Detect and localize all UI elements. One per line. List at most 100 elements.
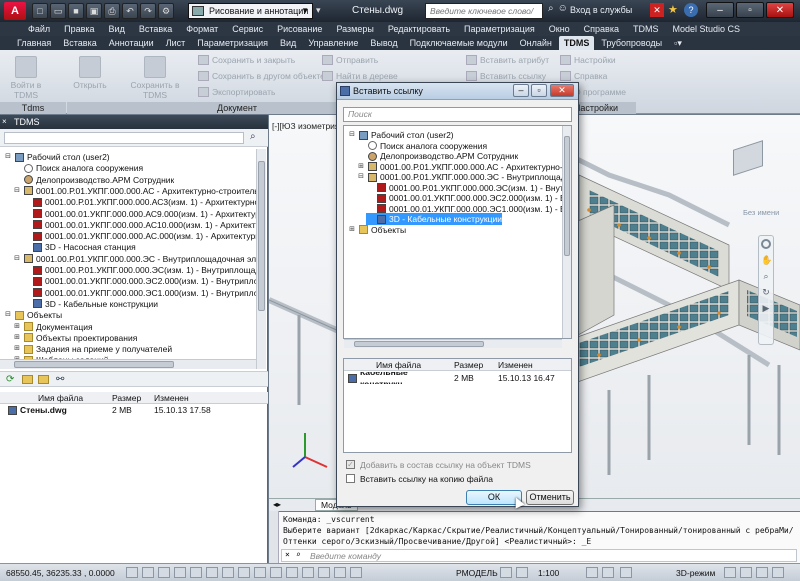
- tree-item[interactable]: ⊞ Объекты проектирования: [13, 332, 137, 344]
- ribbon-tab[interactable]: Аннотации: [104, 36, 159, 50]
- exchange-icon[interactable]: ✕: [650, 3, 664, 17]
- menu-item[interactable]: Справка: [584, 24, 619, 34]
- settings-button[interactable]: Настройки: [560, 55, 616, 65]
- tree-item[interactable]: Поиск аналога сооружения: [13, 162, 143, 174]
- hardware-accel-icon[interactable]: [740, 567, 752, 578]
- find-in-tree-button[interactable]: Найти в дереве: [322, 71, 398, 81]
- tree-item[interactable]: 0001.00.01.УКПГ.000.000.ЭС1.000(изм. 1) …: [22, 287, 265, 299]
- close-icon[interactable]: ×: [285, 550, 290, 559]
- grid-icon[interactable]: [158, 567, 170, 578]
- polar-icon[interactable]: [190, 567, 202, 578]
- tree-item[interactable]: 3D - Насосная станция: [22, 241, 136, 253]
- save-icon[interactable]: ■: [68, 3, 84, 19]
- tree-item[interactable]: ⊞ Объекты: [348, 224, 406, 236]
- annotation-visibility-icon[interactable]: [586, 567, 598, 578]
- print-icon[interactable]: ⎙: [104, 3, 120, 19]
- app-logo-icon[interactable]: A: [4, 2, 26, 20]
- tree-horizontal-scrollbar[interactable]: [0, 359, 256, 369]
- undo-icon[interactable]: ↶: [122, 3, 138, 19]
- minimize-button[interactable]: –: [706, 2, 734, 18]
- ribbon-tab[interactable]: Трубопроводы: [596, 36, 667, 50]
- steering-wheel-icon[interactable]: [761, 239, 771, 249]
- expand-toggle-icon[interactable]: ⊟: [4, 309, 12, 321]
- command-grip[interactable]: [269, 511, 279, 563]
- sc-icon[interactable]: [334, 567, 346, 578]
- isolate-icon[interactable]: [756, 567, 768, 578]
- ribbon-tab[interactable]: Главная: [12, 36, 56, 50]
- col-size[interactable]: Размер: [112, 392, 148, 403]
- send-button[interactable]: Отправить: [322, 55, 378, 65]
- annotation-scale[interactable]: 1:100: [538, 568, 559, 578]
- menu-item[interactable]: Файл: [28, 24, 50, 34]
- ribbon-tab[interactable]: Управление: [303, 36, 363, 50]
- binoculars-icon[interactable]: ⌕: [548, 3, 554, 14]
- menu-item[interactable]: Model Studio CS: [672, 24, 740, 34]
- expand-toggle-icon[interactable]: ⊟: [4, 151, 12, 163]
- ribbon-tab[interactable]: Лист: [161, 36, 191, 50]
- tree-item[interactable]: 0001.00.01.УКПГ.000.000.АС9.000(изм. 1) …: [22, 208, 260, 220]
- tree-hscroll-thumb[interactable]: [14, 361, 174, 368]
- dyn-icon[interactable]: [270, 567, 282, 578]
- dialog-tree-vscroll[interactable]: [562, 126, 571, 338]
- tree-item[interactable]: ⊟ 0001.00.Р.01.УКПГ.000.000.АС - Архитект…: [13, 185, 263, 197]
- dialog-tree-scroll-thumb[interactable]: [564, 136, 570, 256]
- tree-item[interactable]: 0001.00.01.УКПГ.000.000.ЭС2.000(изм. 1) …: [22, 275, 265, 287]
- expand-toggle-icon[interactable]: ⊟: [357, 171, 365, 183]
- menu-item[interactable]: Правка: [64, 24, 94, 34]
- dlg-col-modified[interactable]: Изменен: [494, 359, 564, 370]
- save-as-icon[interactable]: ▣: [86, 3, 102, 19]
- dlg-col-size[interactable]: Размер: [450, 359, 494, 370]
- autoscale-icon[interactable]: [602, 567, 614, 578]
- clean-screen-icon[interactable]: [772, 567, 784, 578]
- pan-icon[interactable]: ✋: [761, 255, 772, 265]
- dialog-minimize-button[interactable]: –: [513, 84, 529, 97]
- tree-item[interactable]: 0001.00.01.УКПГ.000.000.АС10.000(изм. 1)…: [22, 219, 260, 231]
- expand-toggle-icon[interactable]: ⊞: [13, 321, 21, 333]
- dlg-col-filename[interactable]: Имя файла: [344, 359, 450, 370]
- table-row[interactable]: Стены.dwg 2 MB 15.10.13 17.58: [0, 404, 268, 416]
- workspace-gear-icon[interactable]: ⚙: [158, 3, 174, 19]
- menu-item[interactable]: Сервис: [232, 24, 263, 34]
- folder-up-icon[interactable]: [38, 375, 49, 384]
- help-icon[interactable]: ?: [684, 3, 698, 17]
- close-button[interactable]: ✕: [766, 2, 794, 18]
- help-button[interactable]: Справка: [560, 71, 607, 81]
- workspace-select[interactable]: Рисование и аннотации ▼: [188, 3, 313, 19]
- ribbon-tab[interactable]: Вставка: [58, 36, 101, 50]
- qp-icon[interactable]: [318, 567, 330, 578]
- open-button[interactable]: Открыть: [70, 56, 110, 90]
- otrack-icon[interactable]: [238, 567, 250, 578]
- tree-item[interactable]: 0001.00.Р.01.УКПГ.000.000.ЭС(изм. 1) - В…: [22, 264, 265, 276]
- add-link-checkbox[interactable]: ✓: [346, 460, 355, 469]
- dialog-tree-hscroll[interactable]: [344, 339, 562, 348]
- tree-item[interactable]: ⊟ 0001.00.Р.01.УКПГ.000.000.ЭС - Внутрипл…: [13, 253, 265, 265]
- dialog-close-button[interactable]: ✕: [550, 84, 574, 97]
- viewport-label[interactable]: [-][ЮЗ изометрия]: [272, 121, 342, 131]
- ortho-icon[interactable]: [174, 567, 186, 578]
- insert-link-button[interactable]: Вставить ссылку: [466, 71, 546, 81]
- drawing-quickview-icon[interactable]: [516, 567, 528, 578]
- osnap-icon[interactable]: [206, 567, 218, 578]
- copy-link-checkbox[interactable]: [346, 474, 355, 483]
- menu-item[interactable]: Вставка: [139, 24, 172, 34]
- tree-item[interactable]: 3D - Кабельные конструкции: [22, 298, 158, 310]
- tree-item[interactable]: ⊞ Задания на приеме у получателей: [13, 343, 172, 355]
- command-input[interactable]: × ⌕ Введите команду: [281, 549, 797, 562]
- login-tdms-button[interactable]: Войти в TDMS: [6, 56, 46, 100]
- workspace-extra-icon[interactable]: ▾: [316, 5, 321, 16]
- insert-attribute-button[interactable]: Вставить атрибут: [466, 55, 549, 65]
- expand-toggle-icon[interactable]: ⊞: [13, 332, 21, 344]
- transparency-icon[interactable]: [302, 567, 314, 578]
- expand-toggle-icon[interactable]: ⊞: [13, 343, 21, 355]
- tree-filter-input[interactable]: [4, 132, 244, 144]
- named-view-label[interactable]: Без имени: [743, 208, 779, 217]
- menu-item[interactable]: Параметризация: [464, 24, 535, 34]
- ribbon-options-icon[interactable]: ▫▾: [669, 36, 687, 50]
- redo-icon[interactable]: ↷: [140, 3, 156, 19]
- coords-readout[interactable]: 68550.45, 36235.33 , 0.0000: [6, 568, 115, 578]
- expand-toggle-icon[interactable]: ⊟: [13, 185, 21, 197]
- menu-item[interactable]: Окно: [549, 24, 570, 34]
- search-icon[interactable]: ⌕: [250, 131, 256, 142]
- tree-item[interactable]: ⊞ Документация: [13, 321, 93, 333]
- ducs-icon[interactable]: [254, 567, 266, 578]
